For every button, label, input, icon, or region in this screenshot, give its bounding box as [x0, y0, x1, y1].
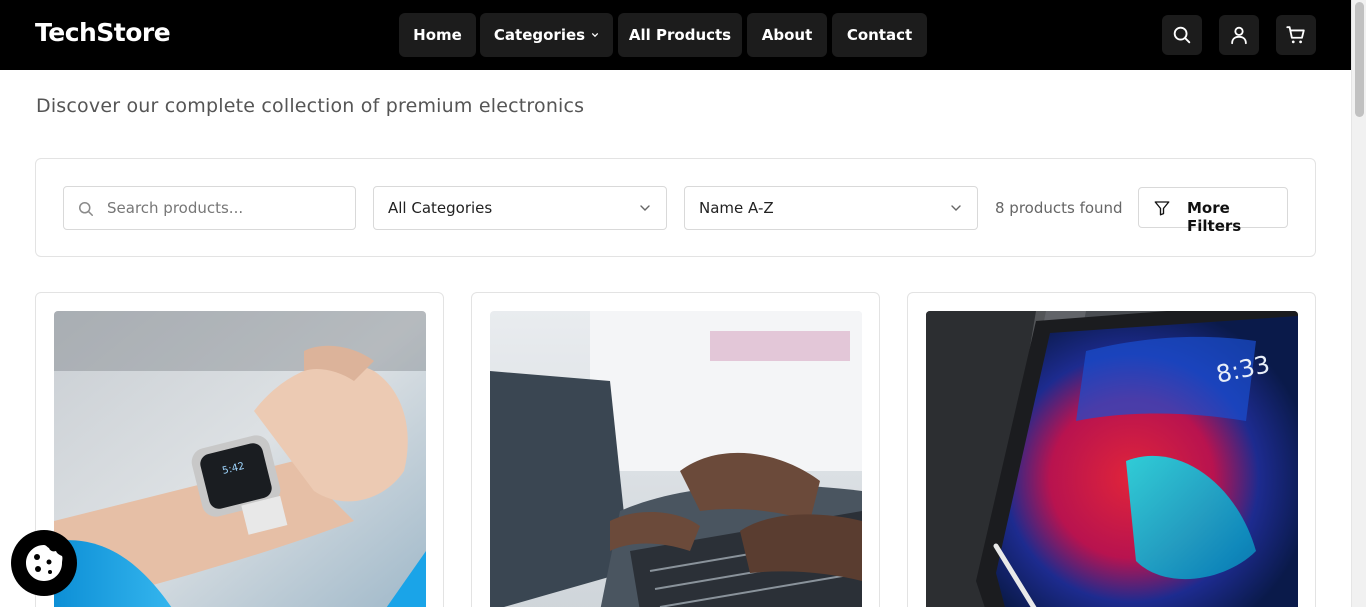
chevron-down-icon	[640, 205, 650, 211]
filter-bar: All Categories Name A-Z 8 products found…	[35, 158, 1316, 257]
product-card[interactable]: 5:42	[35, 292, 444, 607]
cookie-settings-button[interactable]	[11, 530, 77, 596]
nav-contact-label: Contact	[846, 26, 913, 44]
account-button[interactable]	[1219, 15, 1259, 55]
category-select-value: All Categories	[388, 199, 493, 217]
more-filters-button[interactable]: More Filters	[1138, 187, 1288, 235]
search-input[interactable]	[107, 187, 347, 229]
nav-all-products-label: All Products	[628, 26, 732, 44]
nav-about[interactable]: About	[747, 13, 827, 57]
logo[interactable]: TechStore	[35, 18, 171, 47]
product-image-laptop	[490, 311, 862, 607]
nav-categories[interactable]: Categories	[480, 13, 613, 57]
filter-icon	[1154, 201, 1170, 216]
nav-contact[interactable]: Contact	[832, 13, 927, 57]
cookie-icon	[26, 545, 63, 581]
search-icon	[1173, 26, 1191, 44]
product-card[interactable]	[471, 292, 880, 607]
page-scrollbar[interactable]	[1351, 0, 1366, 607]
nav-home-label: Home	[413, 26, 462, 44]
site-header: TechStore Home Categories All Products A…	[0, 0, 1351, 70]
nav-about-label: About	[761, 26, 813, 44]
page-subtitle: Discover our complete collection of prem…	[36, 95, 585, 117]
product-search[interactable]	[63, 186, 356, 230]
more-filters-label: More Filters	[1187, 199, 1242, 235]
sort-select[interactable]: Name A-Z	[684, 186, 978, 230]
product-image-smartwatch: 5:42	[54, 311, 426, 607]
header-search-button[interactable]	[1162, 15, 1202, 55]
sort-select-value: Name A-Z	[699, 199, 774, 217]
category-select[interactable]: All Categories	[373, 186, 667, 230]
cart-button[interactable]	[1276, 15, 1316, 55]
cart-icon	[1286, 26, 1305, 44]
chevron-down-icon	[951, 205, 961, 211]
product-count: 8 products found	[995, 199, 1123, 217]
user-icon	[1231, 26, 1247, 45]
product-image-tablet: 8:33	[926, 311, 1298, 607]
scrollbar-thumb[interactable]	[1355, 2, 1364, 117]
page: TechStore Home Categories All Products A…	[0, 0, 1366, 607]
nav-categories-label: Categories	[493, 26, 586, 44]
product-card[interactable]: 8:33	[907, 292, 1316, 607]
chevron-down-icon	[592, 33, 599, 38]
nav-all-products[interactable]: All Products	[618, 13, 742, 57]
search-icon	[79, 202, 93, 216]
nav-home[interactable]: Home	[399, 13, 476, 57]
